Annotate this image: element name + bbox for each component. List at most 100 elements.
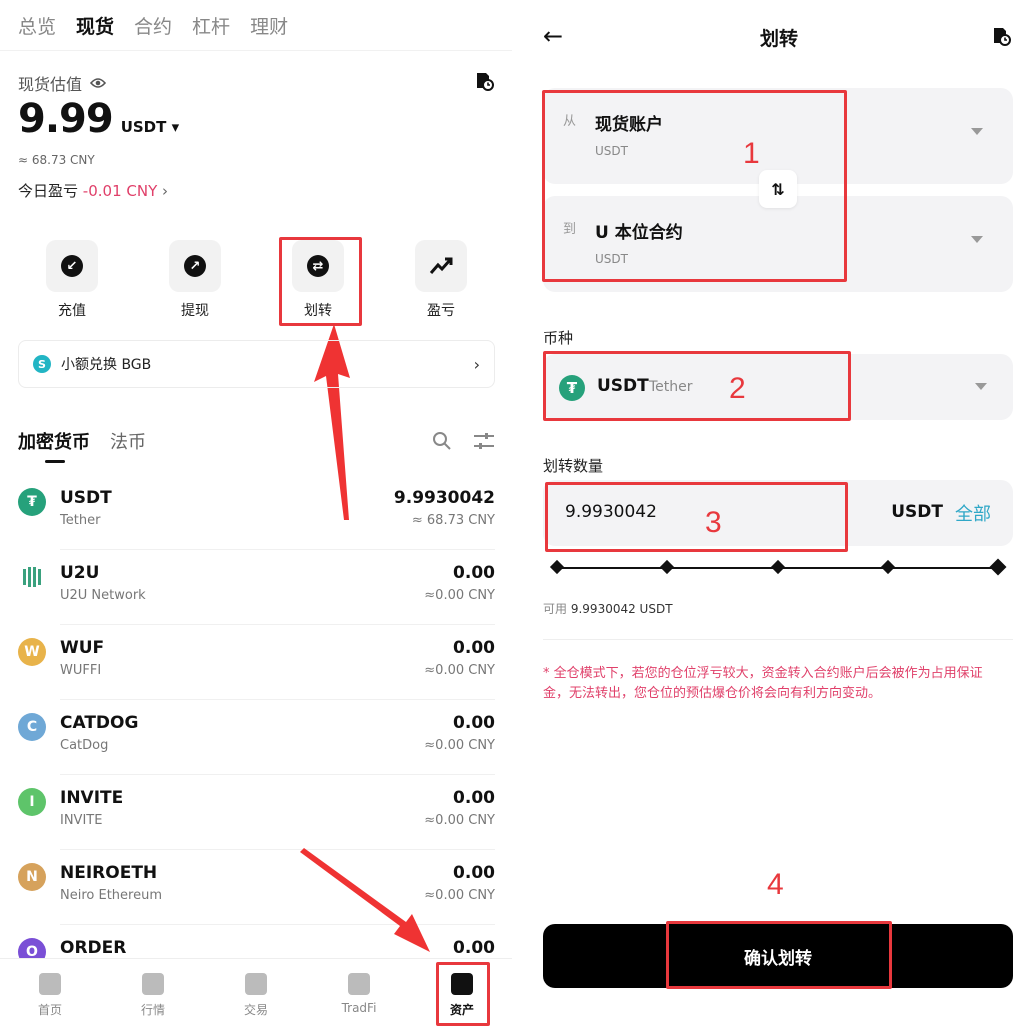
today-pnl[interactable]: 今日盈亏 -0.01 CNY › (18, 180, 168, 201)
coin-symbol: USDT (60, 488, 112, 508)
withdraw-button[interactable]: ↗ 提现 (165, 240, 225, 320)
tab-crypto[interactable]: 加密货币 (18, 428, 90, 454)
slider-handle[interactable] (989, 558, 1007, 576)
history-icon[interactable] (991, 26, 1011, 46)
pnl-label: 今日盈亏 (18, 182, 79, 200)
bgb-label: 小额兑换 BGB (61, 357, 152, 373)
dropdown-icon (971, 128, 983, 135)
tab-futures[interactable]: 合约 (134, 12, 172, 39)
bgb-icon: S (33, 355, 51, 373)
coin-amount: 0.00 (453, 938, 495, 958)
coin-label: 币种 (543, 329, 574, 347)
risk-warning: * 全仓模式下，若您的仓位浮亏较大，资金转入合约账户后会被作为占用保证金，无法转… (543, 666, 983, 701)
history-icon[interactable] (474, 71, 494, 91)
dropdown-icon (975, 383, 987, 390)
tabs-divider (0, 50, 512, 51)
deposit-label: 充值 (58, 303, 86, 319)
page-title: 划转 (759, 28, 798, 50)
coin-amount: 0.00 (453, 863, 495, 883)
chevron-right-icon: › (473, 354, 480, 374)
u2u-icon (18, 563, 46, 591)
eye-icon[interactable] (90, 77, 107, 89)
filter-icon[interactable] (473, 431, 495, 451)
search-icon[interactable] (432, 431, 452, 451)
wuffi-icon: W (18, 638, 46, 666)
coin-symbol: ORDER (60, 938, 127, 958)
nav-home[interactable]: 首页 (10, 969, 90, 1018)
pnl-button[interactable]: 盈亏 (411, 240, 471, 320)
dropdown-icon (971, 236, 983, 243)
slider-node[interactable] (659, 559, 675, 575)
transfer-screen: ← 划转 从 现货账户 USDT 到 U 本位合约 USDT ⇅ 1 币种 ₮ … (523, 0, 1035, 1035)
chart-icon (142, 973, 164, 995)
annotation-arrow-down (300, 848, 430, 952)
tab-margin[interactable]: 杠杆 (192, 12, 230, 39)
divider (543, 639, 1013, 640)
tradfi-icon (348, 973, 370, 995)
nav-label: TradFi (341, 1001, 377, 1015)
nav-label: 行情 (140, 1003, 165, 1017)
coin-symbol: U2U (60, 563, 100, 583)
coin-cny: ≈0.00 CNY (424, 588, 495, 603)
annotation-1: 1 (743, 137, 760, 170)
coin-amount: 0.00 (453, 638, 495, 658)
coin-symbol: WUF (60, 638, 105, 658)
slider-node[interactable] (880, 559, 896, 575)
pnl-value: -0.01 CNY (82, 182, 158, 200)
balance-display: 9.99 USDT ▾ (18, 96, 179, 142)
spot-estimate-label: 现货估值 (18, 71, 107, 95)
nav-markets[interactable]: 行情 (113, 969, 193, 1018)
coin-amount: 9.9930042 (393, 488, 495, 508)
coin-name: Neiro Ethereum (60, 888, 162, 903)
deposit-button[interactable]: ↙ 充值 (42, 240, 102, 320)
tab-spot[interactable]: 现货 (76, 12, 114, 39)
coin-name: INVITE (60, 813, 103, 828)
highlight-assets-nav (436, 962, 490, 1026)
coin-symbol: CATDOG (60, 713, 139, 733)
home-icon (39, 973, 61, 995)
amount-slider[interactable] (549, 558, 1007, 576)
nav-trade[interactable]: 交易 (216, 969, 296, 1018)
row-divider (60, 699, 495, 700)
asset-type-tabs: 加密货币 法币 (18, 428, 146, 454)
annotation-4: 4 (767, 868, 784, 901)
highlight-coin (543, 351, 851, 421)
coin-row-u2u[interactable]: U2U U2U Network 0.00 ≈0.00 CNY (18, 563, 495, 638)
tether-icon: ₮ (18, 488, 46, 516)
coin-name: Tether (60, 513, 101, 528)
coin-amount: 0.00 (453, 563, 495, 583)
coin-symbol: INVITE (60, 788, 124, 808)
deposit-icon: ↙ (61, 255, 83, 277)
max-all-button[interactable]: 全部 (955, 500, 991, 526)
available-value: 9.9930042 USDT (570, 602, 673, 616)
coin-name: WUFFI (60, 663, 102, 678)
small-convert-bgb[interactable]: S 小额兑换 BGB › (18, 340, 495, 388)
balance-unit-select[interactable]: USDT ▾ (121, 118, 179, 136)
nav-tradfi[interactable]: TradFi (319, 969, 399, 1015)
balance-unit-text: USDT (120, 118, 167, 136)
highlight-transfer (279, 237, 362, 326)
coin-row-usdt[interactable]: ₮ USDT Tether 9.9930042 ≈ 68.73 CNY (18, 488, 495, 563)
coin-row-wuf[interactable]: W WUF WUFFI 0.00 ≈0.00 CNY (18, 638, 495, 713)
amount-label: 划转数量 (543, 457, 604, 475)
coin-row-catdog[interactable]: C CATDOG CatDog 0.00 ≈0.00 CNY (18, 713, 495, 788)
caret-down-icon: ▾ (171, 118, 180, 136)
neiro-icon: N (18, 863, 46, 891)
pnl-icon (429, 257, 453, 274)
catdog-icon: C (18, 713, 46, 741)
trade-icon (245, 973, 267, 995)
nav-label: 首页 (37, 1003, 62, 1017)
nav-label: 交易 (243, 1003, 268, 1017)
tab-overview[interactable]: 总览 (18, 12, 56, 39)
coin-cny: ≈ 68.73 CNY (411, 513, 495, 528)
tab-earn[interactable]: 理财 (250, 12, 288, 39)
amount-unit: USDT (891, 502, 943, 522)
account-type-tabs: 总览 现货 合约 杠杆 理财 (18, 12, 288, 39)
slider-node[interactable] (770, 559, 786, 575)
slider-node[interactable] (549, 559, 565, 575)
tab-fiat[interactable]: 法币 (110, 428, 146, 454)
coin-cny: ≈0.00 CNY (424, 738, 495, 753)
coin-cny: ≈0.00 CNY (424, 813, 495, 828)
tab-indicator (45, 460, 65, 463)
estimate-label-text: 现货估值 (18, 75, 83, 94)
